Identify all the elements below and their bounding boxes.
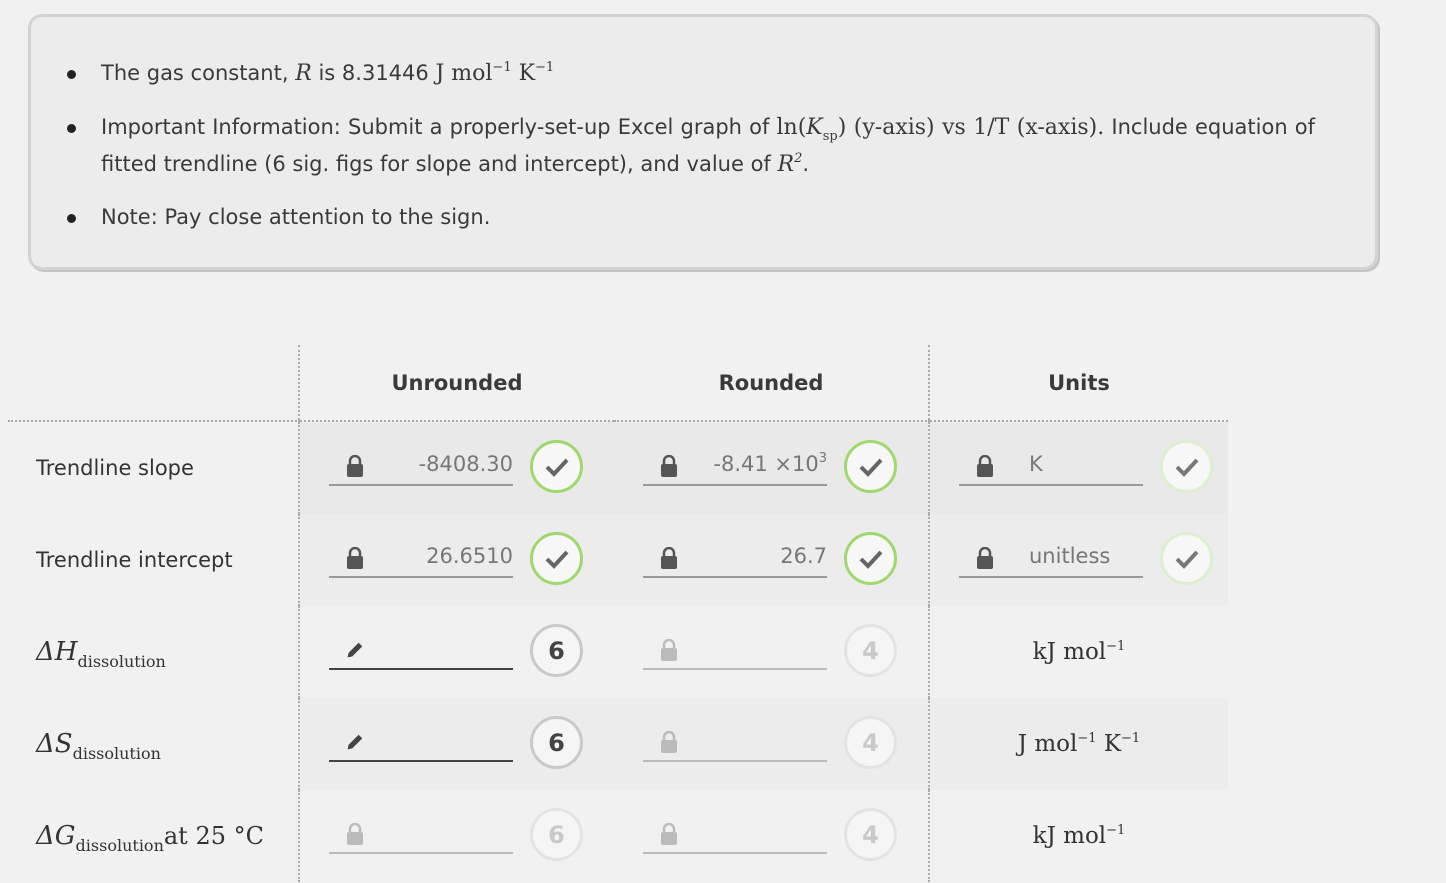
delta-h-rounded-cell: 4	[614, 606, 929, 698]
lock-icon	[661, 547, 677, 569]
intercept-rounded-cell: 26.7	[614, 514, 929, 606]
sig-figs-badge: 4	[844, 716, 897, 769]
col-header-units: Units	[928, 345, 1228, 422]
slope-unrounded-value: -8408.30	[418, 452, 513, 476]
row-label-delta-g: ΔGdissolutionat 25 °C	[36, 821, 264, 855]
intercept-rounded-field: 26.7	[643, 542, 827, 578]
delta-g-unrounded-cell: 6	[298, 790, 614, 882]
check-icon	[1160, 532, 1213, 585]
lock-icon	[977, 455, 993, 477]
lock-icon	[661, 639, 677, 661]
gas-constant-value: is 8.31446	[318, 61, 429, 85]
col-header-unrounded: Unrounded	[298, 345, 614, 422]
lock-icon	[661, 731, 677, 753]
pencil-icon	[347, 734, 363, 750]
check-icon	[844, 532, 897, 585]
sig-figs-badge: 4	[844, 624, 897, 677]
row-label-delta-h: ΔHdissolution	[36, 637, 166, 671]
lock-icon	[347, 455, 363, 477]
intercept-unrounded-value: 26.6510	[426, 544, 513, 568]
delta-s-rounded-cell: 4	[614, 698, 929, 790]
check-icon	[530, 532, 583, 585]
delta-g-rounded-cell: 4	[614, 790, 929, 882]
slope-units-value: K	[1029, 452, 1043, 476]
slope-rounded-value: -8.41 ×103	[713, 451, 827, 476]
row-label-intercept: Trendline intercept	[36, 548, 233, 572]
delta-h-unrounded-input[interactable]	[329, 634, 513, 670]
sig-figs-badge: 6	[530, 624, 583, 677]
gas-constant-symbol: R	[295, 61, 312, 86]
gas-constant-unit: J mol−1 K−1	[435, 60, 555, 86]
intercept-rounded-value: 26.7	[780, 544, 827, 568]
check-icon	[844, 440, 897, 493]
bullet-important-info: Important Information: Submit a properly…	[67, 109, 1315, 183]
row-label-delta-s: ΔSdissolution	[36, 729, 161, 763]
check-icon	[1160, 440, 1213, 493]
intercept-units-value: unitless	[1029, 544, 1111, 568]
lock-icon	[977, 547, 993, 569]
table-row: ΔGdissolutionat 25 °C 6 4 kJ mol−1	[8, 790, 1228, 882]
info-box: The gas constant, R is 8.31446 J mol−1 K…	[28, 14, 1378, 270]
delta-g-unrounded-field	[329, 818, 513, 854]
bullet-gas-constant: The gas constant, R is 8.31446 J mol−1 K…	[67, 55, 1315, 92]
r-squared: R2	[777, 151, 803, 177]
delta-s-units: J mol−1 K−1	[928, 698, 1228, 790]
check-icon	[530, 440, 583, 493]
bullet-note: Note: Pay close attention to the sign.	[67, 199, 1315, 235]
sig-figs-badge: 4	[844, 808, 897, 861]
answer-table: Unrounded Rounded Units Trendline slope …	[8, 345, 1228, 882]
delta-h-unrounded-cell: 6	[298, 606, 614, 698]
delta-g-rounded-field	[643, 818, 827, 854]
table-row: ΔHdissolution 6 4 kJ mol−1	[8, 606, 1228, 698]
delta-h-rounded-field	[643, 634, 827, 670]
slope-rounded-cell: -8.41 ×103	[614, 421, 929, 514]
important-info-text: Important Information: Submit a properly…	[101, 115, 770, 139]
col-header-rounded: Rounded	[614, 345, 929, 422]
slope-rounded-field: -8.41 ×103	[643, 450, 827, 486]
slope-units-cell: K	[928, 421, 1228, 514]
delta-h-units: kJ mol−1	[928, 606, 1228, 698]
delta-s-unrounded-cell: 6	[298, 698, 614, 790]
gas-constant-text: The gas constant,	[101, 61, 289, 85]
delta-s-unrounded-input[interactable]	[329, 726, 513, 762]
note-text: Note: Pay close attention to the sign.	[101, 205, 491, 229]
sig-figs-badge: 6	[530, 808, 583, 861]
lock-icon	[661, 455, 677, 477]
table-row: Trendline slope -8408.30 -8.41 ×103 K	[8, 421, 1228, 514]
sig-figs-badge: 6	[530, 716, 583, 769]
include-text: Include	[1111, 115, 1188, 139]
table-row: Trendline intercept 26.6510 26.7 unitles…	[8, 514, 1228, 606]
lock-icon	[661, 823, 677, 845]
delta-g-units: kJ mol−1	[928, 790, 1228, 882]
ln-ksp: ln(Ksp) (y-axis) vs 1/T (x-axis).	[776, 115, 1105, 144]
delta-s-rounded-field	[643, 726, 827, 762]
slope-units-field: K	[959, 450, 1143, 486]
intercept-unrounded-cell: 26.6510	[298, 514, 614, 606]
slope-unrounded-cell: -8408.30	[298, 421, 614, 514]
lock-icon	[347, 547, 363, 569]
pencil-icon	[347, 642, 363, 658]
intercept-units-field: unitless	[959, 542, 1143, 578]
slope-unrounded-field: -8408.30	[329, 450, 513, 486]
intercept-units-cell: unitless	[928, 514, 1228, 606]
table-row: ΔSdissolution 6 4 J mol−1 K−1	[8, 698, 1228, 790]
row-label-slope: Trendline slope	[36, 456, 194, 480]
lock-icon	[347, 823, 363, 845]
intercept-unrounded-field: 26.6510	[329, 542, 513, 578]
